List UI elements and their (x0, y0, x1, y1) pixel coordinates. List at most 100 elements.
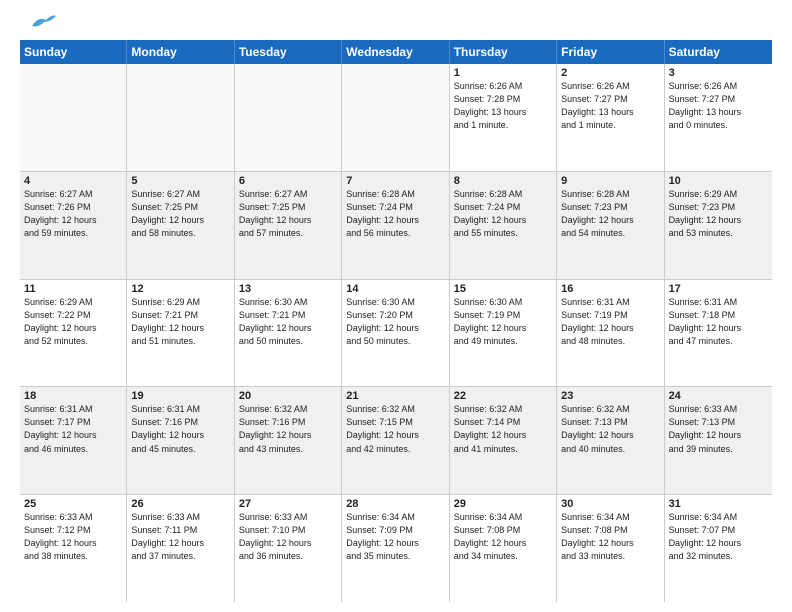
day-info: Sunrise: 6:29 AMSunset: 7:22 PMDaylight:… (24, 296, 122, 348)
cal-header-thursday: Thursday (450, 40, 557, 64)
day-number: 7 (346, 175, 444, 187)
day-number: 15 (454, 283, 552, 295)
day-number: 24 (669, 390, 768, 402)
calendar-week-5: 25Sunrise: 6:33 AMSunset: 7:12 PMDayligh… (20, 495, 772, 602)
calendar-cell: 23Sunrise: 6:32 AMSunset: 7:13 PMDayligh… (557, 387, 664, 494)
day-info: Sunrise: 6:28 AMSunset: 7:24 PMDaylight:… (454, 188, 552, 240)
calendar-cell (127, 64, 234, 171)
day-info: Sunrise: 6:33 AMSunset: 7:13 PMDaylight:… (669, 403, 768, 455)
day-number: 5 (131, 175, 229, 187)
day-info: Sunrise: 6:32 AMSunset: 7:13 PMDaylight:… (561, 403, 659, 455)
day-info: Sunrise: 6:30 AMSunset: 7:19 PMDaylight:… (454, 296, 552, 348)
day-number: 23 (561, 390, 659, 402)
day-info: Sunrise: 6:32 AMSunset: 7:14 PMDaylight:… (454, 403, 552, 455)
cal-header-monday: Monday (127, 40, 234, 64)
calendar-cell: 31Sunrise: 6:34 AMSunset: 7:07 PMDayligh… (665, 495, 772, 602)
calendar-cell: 28Sunrise: 6:34 AMSunset: 7:09 PMDayligh… (342, 495, 449, 602)
calendar-cell: 16Sunrise: 6:31 AMSunset: 7:19 PMDayligh… (557, 280, 664, 387)
calendar-cell: 15Sunrise: 6:30 AMSunset: 7:19 PMDayligh… (450, 280, 557, 387)
calendar-cell: 25Sunrise: 6:33 AMSunset: 7:12 PMDayligh… (20, 495, 127, 602)
day-number: 11 (24, 283, 122, 295)
day-info: Sunrise: 6:28 AMSunset: 7:23 PMDaylight:… (561, 188, 659, 240)
day-number: 13 (239, 283, 337, 295)
calendar-cell (235, 64, 342, 171)
day-number: 19 (131, 390, 229, 402)
day-info: Sunrise: 6:31 AMSunset: 7:19 PMDaylight:… (561, 296, 659, 348)
calendar-week-3: 11Sunrise: 6:29 AMSunset: 7:22 PMDayligh… (20, 280, 772, 388)
day-info: Sunrise: 6:30 AMSunset: 7:21 PMDaylight:… (239, 296, 337, 348)
day-number: 14 (346, 283, 444, 295)
calendar-cell: 30Sunrise: 6:34 AMSunset: 7:08 PMDayligh… (557, 495, 664, 602)
day-number: 18 (24, 390, 122, 402)
calendar-cell: 26Sunrise: 6:33 AMSunset: 7:11 PMDayligh… (127, 495, 234, 602)
page: SundayMondayTuesdayWednesdayThursdayFrid… (0, 0, 792, 612)
day-number: 27 (239, 498, 337, 510)
day-number: 25 (24, 498, 122, 510)
day-info: Sunrise: 6:34 AMSunset: 7:09 PMDaylight:… (346, 511, 444, 563)
day-number: 29 (454, 498, 552, 510)
calendar-cell: 7Sunrise: 6:28 AMSunset: 7:24 PMDaylight… (342, 172, 449, 279)
day-info: Sunrise: 6:27 AMSunset: 7:26 PMDaylight:… (24, 188, 122, 240)
day-number: 3 (669, 67, 768, 79)
calendar-cell: 1Sunrise: 6:26 AMSunset: 7:28 PMDaylight… (450, 64, 557, 171)
day-info: Sunrise: 6:29 AMSunset: 7:21 PMDaylight:… (131, 296, 229, 348)
calendar-cell: 22Sunrise: 6:32 AMSunset: 7:14 PMDayligh… (450, 387, 557, 494)
cal-header-tuesday: Tuesday (235, 40, 342, 64)
day-number: 12 (131, 283, 229, 295)
day-info: Sunrise: 6:26 AMSunset: 7:27 PMDaylight:… (669, 80, 768, 132)
calendar-cell: 24Sunrise: 6:33 AMSunset: 7:13 PMDayligh… (665, 387, 772, 494)
calendar-cell: 5Sunrise: 6:27 AMSunset: 7:25 PMDaylight… (127, 172, 234, 279)
calendar-header: SundayMondayTuesdayWednesdayThursdayFrid… (20, 40, 772, 64)
day-info: Sunrise: 6:31 AMSunset: 7:18 PMDaylight:… (669, 296, 768, 348)
day-number: 21 (346, 390, 444, 402)
day-info: Sunrise: 6:26 AMSunset: 7:28 PMDaylight:… (454, 80, 552, 132)
calendar-week-4: 18Sunrise: 6:31 AMSunset: 7:17 PMDayligh… (20, 387, 772, 495)
calendar-cell: 19Sunrise: 6:31 AMSunset: 7:16 PMDayligh… (127, 387, 234, 494)
logo (20, 16, 56, 34)
day-info: Sunrise: 6:26 AMSunset: 7:27 PMDaylight:… (561, 80, 659, 132)
day-number: 8 (454, 175, 552, 187)
day-number: 30 (561, 498, 659, 510)
cal-header-wednesday: Wednesday (342, 40, 449, 64)
calendar-cell: 11Sunrise: 6:29 AMSunset: 7:22 PMDayligh… (20, 280, 127, 387)
day-number: 10 (669, 175, 768, 187)
calendar-cell: 8Sunrise: 6:28 AMSunset: 7:24 PMDaylight… (450, 172, 557, 279)
calendar-body: 1Sunrise: 6:26 AMSunset: 7:28 PMDaylight… (20, 64, 772, 602)
calendar-cell: 9Sunrise: 6:28 AMSunset: 7:23 PMDaylight… (557, 172, 664, 279)
cal-header-saturday: Saturday (665, 40, 772, 64)
day-info: Sunrise: 6:27 AMSunset: 7:25 PMDaylight:… (131, 188, 229, 240)
day-number: 28 (346, 498, 444, 510)
day-info: Sunrise: 6:31 AMSunset: 7:17 PMDaylight:… (24, 403, 122, 455)
calendar-cell: 13Sunrise: 6:30 AMSunset: 7:21 PMDayligh… (235, 280, 342, 387)
cal-header-sunday: Sunday (20, 40, 127, 64)
day-info: Sunrise: 6:27 AMSunset: 7:25 PMDaylight:… (239, 188, 337, 240)
day-info: Sunrise: 6:33 AMSunset: 7:12 PMDaylight:… (24, 511, 122, 563)
cal-header-friday: Friday (557, 40, 664, 64)
day-info: Sunrise: 6:34 AMSunset: 7:08 PMDaylight:… (561, 511, 659, 563)
day-number: 22 (454, 390, 552, 402)
calendar-cell: 21Sunrise: 6:32 AMSunset: 7:15 PMDayligh… (342, 387, 449, 494)
header (20, 16, 772, 34)
logo-bird-icon (24, 12, 56, 34)
calendar-cell: 6Sunrise: 6:27 AMSunset: 7:25 PMDaylight… (235, 172, 342, 279)
day-info: Sunrise: 6:33 AMSunset: 7:10 PMDaylight:… (239, 511, 337, 563)
day-info: Sunrise: 6:34 AMSunset: 7:07 PMDaylight:… (669, 511, 768, 563)
day-info: Sunrise: 6:33 AMSunset: 7:11 PMDaylight:… (131, 511, 229, 563)
calendar-cell: 18Sunrise: 6:31 AMSunset: 7:17 PMDayligh… (20, 387, 127, 494)
day-number: 26 (131, 498, 229, 510)
day-number: 2 (561, 67, 659, 79)
day-number: 1 (454, 67, 552, 79)
day-number: 9 (561, 175, 659, 187)
day-number: 16 (561, 283, 659, 295)
day-number: 4 (24, 175, 122, 187)
day-info: Sunrise: 6:32 AMSunset: 7:15 PMDaylight:… (346, 403, 444, 455)
calendar-week-2: 4Sunrise: 6:27 AMSunset: 7:26 PMDaylight… (20, 172, 772, 280)
day-number: 20 (239, 390, 337, 402)
day-info: Sunrise: 6:31 AMSunset: 7:16 PMDaylight:… (131, 403, 229, 455)
calendar-cell: 27Sunrise: 6:33 AMSunset: 7:10 PMDayligh… (235, 495, 342, 602)
calendar-cell: 20Sunrise: 6:32 AMSunset: 7:16 PMDayligh… (235, 387, 342, 494)
day-number: 6 (239, 175, 337, 187)
day-number: 31 (669, 498, 768, 510)
day-info: Sunrise: 6:29 AMSunset: 7:23 PMDaylight:… (669, 188, 768, 240)
calendar-cell: 10Sunrise: 6:29 AMSunset: 7:23 PMDayligh… (665, 172, 772, 279)
